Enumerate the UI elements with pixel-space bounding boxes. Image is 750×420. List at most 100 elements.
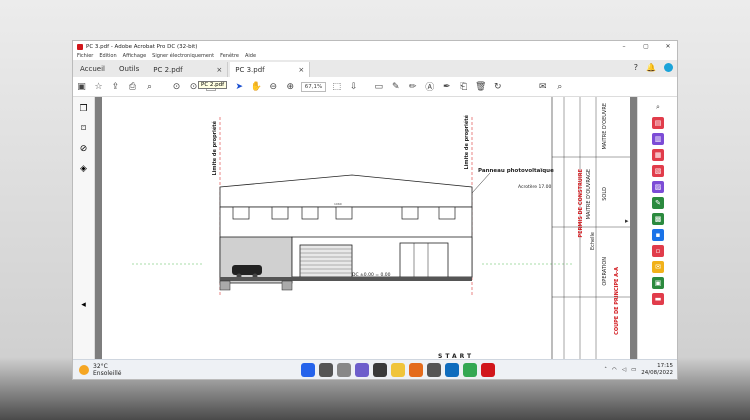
save-icon[interactable]: ▣ xyxy=(73,79,90,95)
page-up-icon[interactable]: ⊙ xyxy=(168,79,185,95)
close-button[interactable]: ✕ xyxy=(657,41,677,52)
volume-icon[interactable]: ◁ xyxy=(622,367,626,373)
comment-icon[interactable]: ▭ xyxy=(370,79,387,95)
select-cursor-icon[interactable]: ➤ xyxy=(231,79,248,95)
file-explorer-icon[interactable] xyxy=(391,363,405,377)
avatar[interactable] xyxy=(664,63,673,72)
firefox-icon[interactable] xyxy=(409,363,423,377)
rotate-icon[interactable]: ↻ xyxy=(489,79,506,95)
upload-icon[interactable]: ⇪ xyxy=(107,79,124,95)
export-pdf-icon[interactable]: ▧ xyxy=(652,165,664,177)
scroll-mode-icon[interactable]: ⇩ xyxy=(345,79,362,95)
acrobat-taskbar-icon[interactable] xyxy=(481,363,495,377)
wifi-icon[interactable]: ◠ xyxy=(612,367,617,373)
outlook-icon[interactable] xyxy=(445,363,459,377)
tab-bar-right: ? 🔔 xyxy=(634,63,673,72)
zoom-in-icon[interactable]: ⊕ xyxy=(282,79,299,95)
star-icon[interactable]: ☆ xyxy=(90,79,107,95)
search-icon[interactable] xyxy=(319,363,333,377)
tab-pc2-label: PC 2.pdf xyxy=(153,65,183,74)
zoom-tool-icon[interactable]: ⌕ xyxy=(551,79,568,95)
menu-fenetre[interactable]: Fenêtre xyxy=(220,53,239,59)
acrobat-window: PC 3.pdf - Adobe Acrobat Pro DC (32-bit)… xyxy=(72,40,678,380)
battery-icon[interactable]: ▭ xyxy=(631,367,636,373)
edit-pdf-icon[interactable]: ▦ xyxy=(652,149,664,161)
tab-outils[interactable]: Outils xyxy=(112,65,146,77)
close-icon[interactable]: × xyxy=(216,66,222,74)
organize-icon[interactable]: ▨ xyxy=(652,181,664,193)
store-icon[interactable] xyxy=(427,363,441,377)
permis-label: PERMIS DE CONSTRUIRE xyxy=(578,169,584,238)
hand-icon[interactable]: ✋ xyxy=(248,79,265,95)
echelle-label: Echelle xyxy=(590,232,596,251)
menu-edition[interactable]: Edition xyxy=(99,53,116,59)
tab-accueil[interactable]: Accueil xyxy=(73,65,112,77)
taskbar-apps xyxy=(301,363,495,377)
bell-icon[interactable]: 🔔 xyxy=(646,63,656,72)
chevron-right-icon[interactable]: ▸ xyxy=(625,217,629,225)
delete-icon[interactable]: 🗑 xyxy=(472,79,489,95)
right-tools-pane: ⌕ ▤ ▥ ▦ ▧ ▨ ✎ ▩ ▪ ▫ ✉ ▣ ▬ xyxy=(637,97,677,361)
tab-bar: Accueil Outils PC 2.pdf × PC 3.pdf × ? 🔔 xyxy=(73,60,677,77)
solar-panel-label: Panneau photovoltaïque xyxy=(478,168,554,174)
menu-affichage[interactable]: Affichage xyxy=(123,53,147,59)
bookmark-icon[interactable]: ⌑ xyxy=(75,121,92,137)
sold-label: SOLD xyxy=(602,187,608,201)
minimize-button[interactable]: – xyxy=(613,41,635,52)
tab-pc2[interactable]: PC 2.pdf × xyxy=(148,62,229,77)
combine-icon[interactable]: ▥ xyxy=(652,133,664,145)
property-limit-right: Limite de propriété xyxy=(464,115,470,170)
mail-icon[interactable]: ✉ xyxy=(534,79,551,95)
help-icon[interactable]: ? xyxy=(634,63,638,72)
stamp-tool-icon[interactable]: ▣ xyxy=(652,277,664,289)
sign-icon[interactable]: ✒ xyxy=(438,79,455,95)
widgets-icon[interactable] xyxy=(373,363,387,377)
tab-pc3[interactable]: PC 3.pdf × xyxy=(230,62,311,77)
more-tools-icon[interactable]: ▬ xyxy=(652,293,664,305)
left-sidebar: ❐ ⌑ ⊘ ◈ ◂ xyxy=(73,97,95,361)
zoom-out-icon[interactable]: ⊖ xyxy=(265,79,282,95)
send-icon[interactable]: ▪ xyxy=(652,229,664,241)
stamp-icon[interactable]: ⎗ xyxy=(455,79,472,95)
system-tray: ˄ ◠ ◁ ▭ 17:15 24/08/2022 xyxy=(604,363,673,377)
close-icon[interactable]: × xyxy=(298,66,304,74)
scan-icon[interactable]: ▫ xyxy=(652,245,664,257)
tooltip: PC 2.pdf xyxy=(198,81,228,89)
create-pdf-icon[interactable]: ▤ xyxy=(652,117,664,129)
layers-icon[interactable]: ◈ xyxy=(75,161,92,177)
teams-icon[interactable] xyxy=(355,363,369,377)
chevron-up-icon[interactable]: ˄ xyxy=(604,367,607,373)
draw-icon[interactable]: ✏ xyxy=(404,79,421,95)
chrome-icon[interactable] xyxy=(463,363,477,377)
clock[interactable]: 17:15 24/08/2022 xyxy=(641,363,673,377)
level-label: DC ±0.00 = 0.00 xyxy=(352,273,391,278)
pages-icon[interactable]: ❐ xyxy=(75,101,92,117)
maitre-ouvrage-label: MAITRE D'OUVRAGE xyxy=(586,169,592,220)
property-limit-left: Limite de propriété xyxy=(212,121,218,176)
fill-sign-icon[interactable]: ✎ xyxy=(652,197,664,209)
document-canvas[interactable]: Limite de propriété Limite de propriété … xyxy=(95,97,637,361)
menu-aide[interactable]: Aide xyxy=(245,53,256,59)
menu-signer[interactable]: Signer électroniquement xyxy=(152,53,214,59)
window-title: PC 3.pdf - Adobe Acrobat Pro DC (32-bit) xyxy=(86,43,198,50)
windows-taskbar: 32°C Ensoleillé ˄ ◠ ◁ ▭ 17:15 24/08/2022 xyxy=(73,359,677,379)
text-icon[interactable]: Ⓐ xyxy=(421,79,438,95)
search-icon[interactable]: ⌕ xyxy=(141,79,158,95)
zoom-pane-icon[interactable]: ⌕ xyxy=(652,101,664,113)
maximize-button[interactable]: ▢ xyxy=(635,41,657,52)
tab-pc3-label: PC 3.pdf xyxy=(235,65,265,74)
task-view-icon[interactable] xyxy=(337,363,351,377)
fit-page-icon[interactable]: ⬚ xyxy=(328,79,345,95)
attachment-icon[interactable]: ⊘ xyxy=(75,141,92,157)
highlight-icon[interactable]: ✎ xyxy=(387,79,404,95)
chevron-left-icon[interactable]: ◂ xyxy=(75,297,92,313)
comment-tool-icon[interactable]: ✉ xyxy=(652,261,664,273)
weather-widget[interactable]: 32°C Ensoleillé xyxy=(79,363,121,377)
start-icon[interactable] xyxy=(301,363,315,377)
zoom-select[interactable]: 67,1% xyxy=(300,81,327,92)
architectural-drawing xyxy=(132,97,630,361)
weather-temp: 32°C xyxy=(93,363,108,370)
print-icon[interactable]: ⎙ xyxy=(124,79,141,95)
menu-fichier[interactable]: Fichier xyxy=(77,53,93,59)
protect-icon[interactable]: ▩ xyxy=(652,213,664,225)
